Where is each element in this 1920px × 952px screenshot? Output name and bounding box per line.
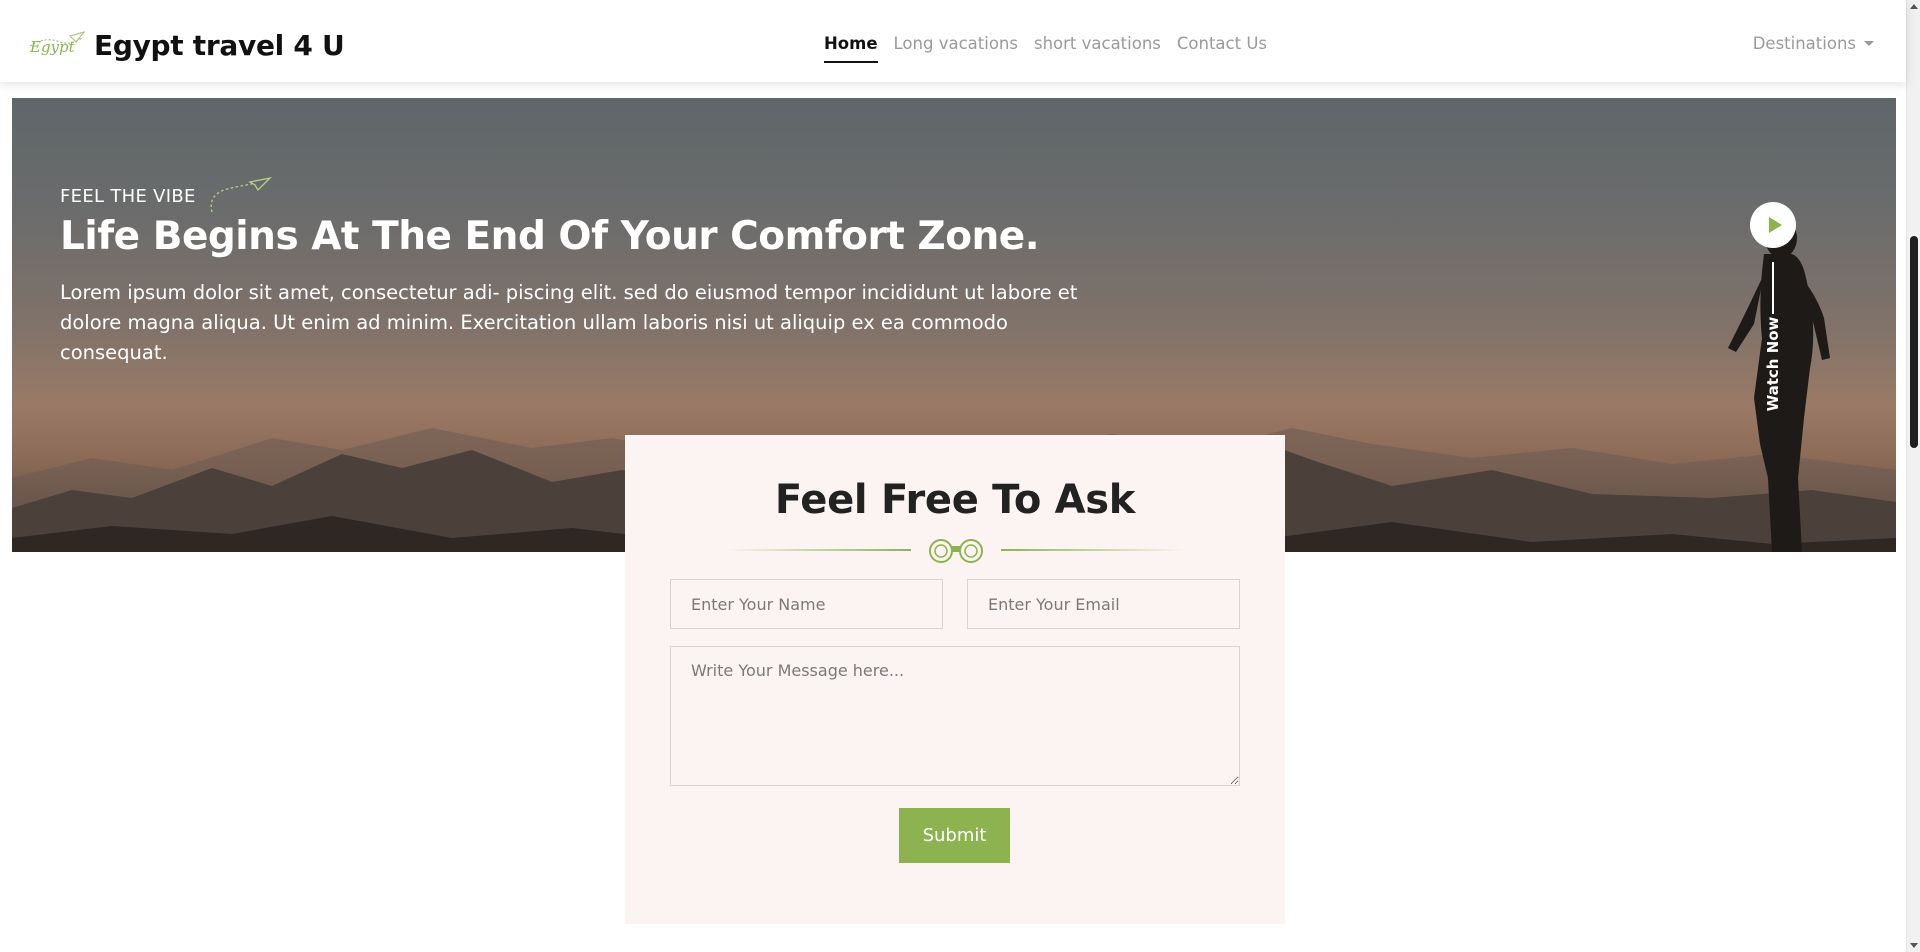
- nav-home[interactable]: Home: [824, 34, 878, 63]
- destinations-label: Destinations: [1752, 34, 1856, 53]
- play-video-button[interactable]: [1750, 202, 1796, 248]
- caret-down-icon: [1864, 41, 1874, 46]
- nav-contact-us[interactable]: Contact Us: [1177, 34, 1267, 63]
- play-icon: [1768, 217, 1782, 233]
- submit-button[interactable]: Submit: [899, 808, 1010, 863]
- watch-now-label[interactable]: Watch Now: [1764, 314, 1784, 414]
- name-input[interactable]: [670, 579, 943, 629]
- hero-description: Lorem ipsum dolor sit amet, consectetur …: [60, 281, 1078, 364]
- page-scrollbar[interactable]: [1906, 0, 1920, 952]
- email-input[interactable]: [967, 579, 1240, 629]
- brand-name: Egypt travel 4 U: [94, 28, 345, 62]
- binoculars-icon: [725, 539, 1185, 563]
- scroll-up-icon[interactable]: [1910, 4, 1918, 9]
- eyebrow-text: FEEL THE VIBE: [60, 185, 196, 207]
- scroll-thumb[interactable]: [1910, 236, 1918, 448]
- hero-title: Life Begins At The End Of Your Comfort Z…: [60, 214, 1040, 259]
- paper-plane-icon: [210, 176, 272, 213]
- plane-logo-icon: Egypt: [29, 31, 86, 56]
- contact-form-card: Feel Free To Ask Submit: [625, 435, 1285, 924]
- watch-now-line: [1772, 262, 1774, 314]
- navbar: Egypt Egypt travel 4 U Home Long vacatio…: [0, 0, 1906, 82]
- contact-form-title: Feel Free To Ask: [774, 477, 1136, 523]
- destinations-dropdown[interactable]: Destinations: [1753, 34, 1874, 53]
- brand[interactable]: Egypt Egypt travel 4 U: [26, 22, 345, 68]
- nav-short-vacations[interactable]: short vacations: [1034, 34, 1161, 63]
- hero-eyebrow: FEEL THE VIBE: [60, 176, 272, 216]
- message-textarea[interactable]: [670, 646, 1240, 786]
- main-nav: Home Long vacations short vacations Cont…: [824, 34, 1283, 63]
- svg-text:Egypt: Egypt: [29, 38, 76, 56]
- nav-long-vacations[interactable]: Long vacations: [894, 34, 1018, 63]
- scroll-down-icon[interactable]: [1910, 943, 1918, 948]
